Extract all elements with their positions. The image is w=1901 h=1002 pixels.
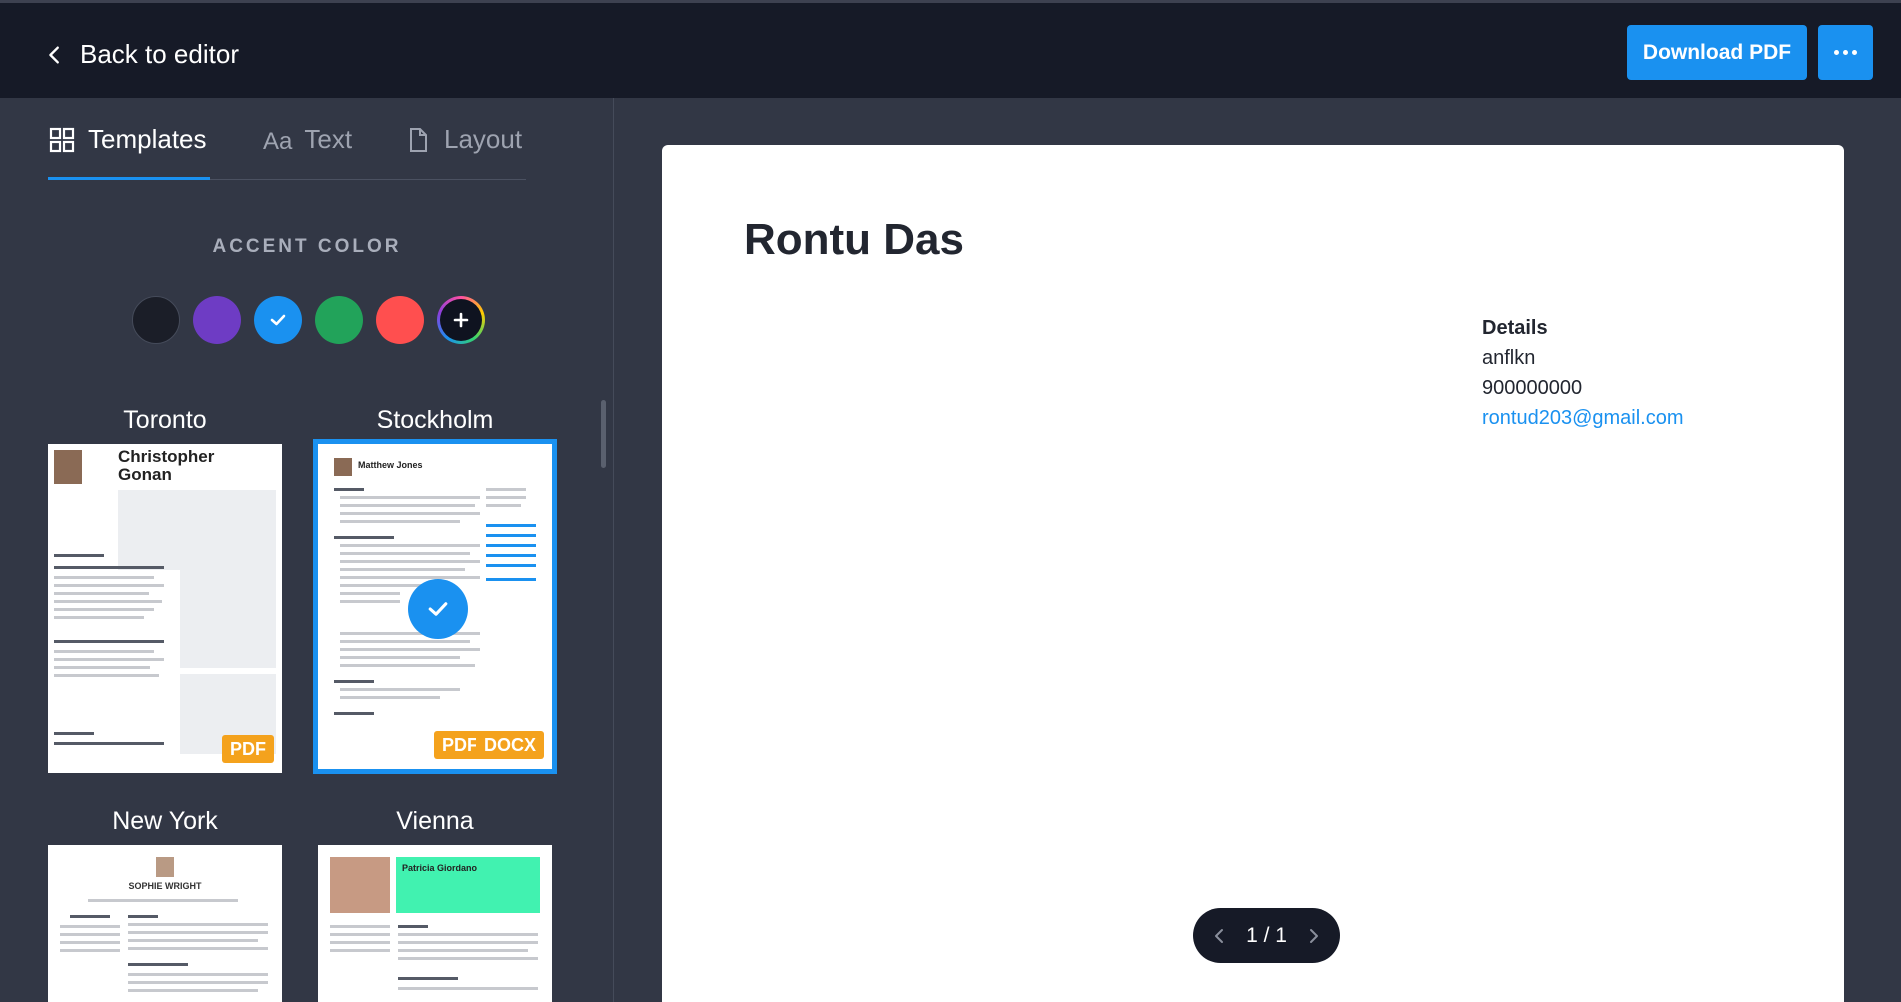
accent-swatch-green[interactable] [315, 296, 363, 344]
avatar [334, 458, 352, 476]
details-phone: 900000000 [1482, 377, 1583, 399]
avatar [330, 857, 390, 913]
accent-swatch-purple[interactable] [193, 296, 241, 344]
mini-resume-name: SOPHIE WRIGHT [128, 881, 202, 891]
mini-resume-name: Matthew Jones [358, 460, 423, 470]
details-line: anflkn [1482, 347, 1536, 369]
chevron-left-icon[interactable] [1211, 928, 1227, 944]
template-card-vienna[interactable]: Patricia Giordano [318, 845, 552, 1002]
sidebar-scrollbar[interactable] [601, 400, 606, 468]
resume-preview: Rontu Das Details anflkn 900000000 rontu… [662, 145, 1844, 1002]
tab-layout-label: Layout [444, 124, 523, 154]
selected-check-badge [408, 579, 468, 639]
chevron-left-icon [49, 45, 59, 64]
template-name-vienna: Vienna [396, 807, 474, 835]
badge-pdf: PDF [222, 735, 274, 763]
template-name-stockholm: Stockholm [376, 406, 494, 434]
sidebar-tabs: Templates Aa Text Layout [48, 124, 526, 180]
badge-docx: DOCX [475, 731, 544, 759]
more-horizontal-icon [1834, 50, 1839, 55]
accent-color-title: ACCENT COLOR [212, 236, 402, 257]
accent-swatch-blue[interactable] [254, 296, 302, 344]
check-icon [270, 314, 286, 326]
template-card-new-york[interactable]: SOPHIE WRIGHT [48, 845, 282, 1002]
plus-icon [453, 312, 469, 328]
template-name-toronto: Toronto [123, 406, 207, 434]
tab-templates-label: Templates [88, 124, 207, 154]
avatar [54, 450, 82, 484]
details-email[interactable]: rontud203@gmail.com [1482, 403, 1684, 433]
more-dot [1852, 50, 1857, 55]
grid-icon [49, 127, 75, 153]
more-options-button[interactable] [1818, 25, 1873, 80]
avatar [156, 857, 174, 877]
top-bar: Back to editor Download PDF [0, 0, 1901, 98]
accent-color-swatches [132, 296, 485, 344]
text-aa-icon: Aa [263, 128, 293, 155]
check-icon [428, 602, 448, 616]
template-name-new-york: New York [112, 807, 218, 835]
custom-color-button[interactable] [437, 296, 485, 344]
template-sidebar: Templates Aa Text Layout ACCENT COLOR To… [0, 98, 614, 1002]
chevron-right-icon[interactable] [1306, 928, 1322, 944]
back-label: Back to editor [80, 39, 239, 69]
download-pdf-button[interactable]: Download PDF [1627, 25, 1807, 80]
details-heading: Details [1482, 317, 1548, 339]
tab-text-label: Text [304, 124, 353, 154]
tab-text[interactable]: Aa Text [263, 124, 352, 180]
page-navigator: 1 / 1 [1193, 908, 1340, 963]
tab-templates[interactable]: Templates [48, 124, 210, 180]
template-card-stockholm[interactable]: Matthew Jones PDF DOCX [313, 439, 557, 774]
back-to-editor-link[interactable]: Back to editor [44, 39, 239, 70]
resume-name: Rontu Das [744, 215, 964, 264]
details-section: Details anflkn 900000000 rontud203@gmail… [1482, 313, 1684, 433]
document-icon [410, 128, 427, 152]
accent-swatch-black[interactable] [132, 296, 180, 344]
mini-resume-name: Patricia Giordano [402, 863, 478, 873]
page-indicator: 1 / 1 [1246, 923, 1287, 947]
template-card-toronto[interactable]: Christopher Gonan PDF [48, 444, 282, 773]
accent-swatch-red[interactable] [376, 296, 424, 344]
mini-resume-name: Christopher Gonan [118, 447, 215, 484]
tab-layout[interactable]: Layout [404, 124, 522, 180]
more-dot [1843, 50, 1848, 55]
